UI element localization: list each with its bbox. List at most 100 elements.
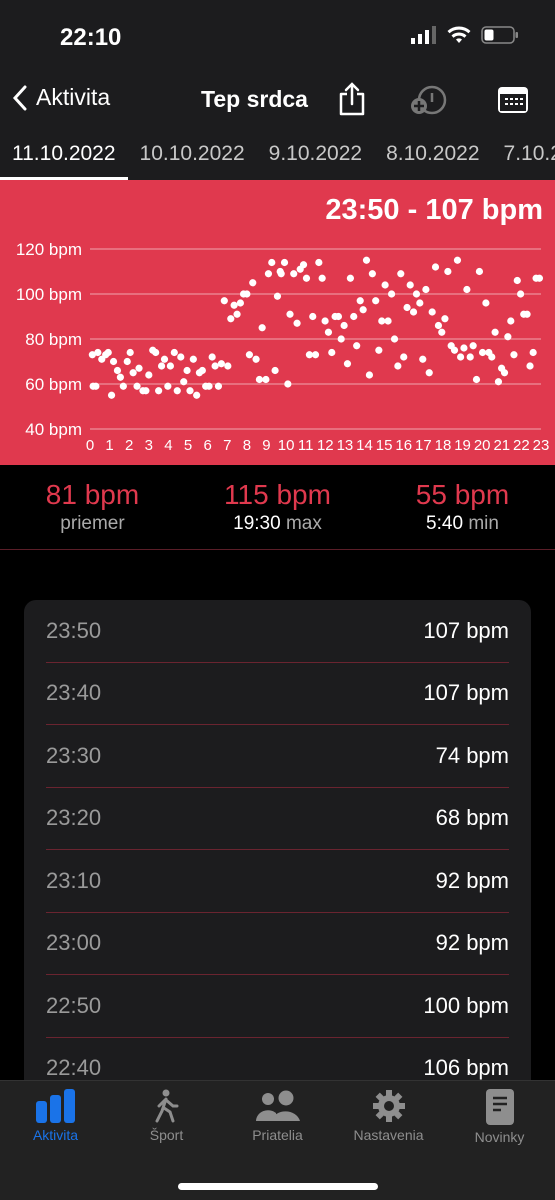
data-point: [475, 267, 484, 276]
data-point: [205, 382, 213, 390]
data-point: [350, 312, 358, 321]
data-point: [293, 319, 301, 327]
back-button[interactable]: Aktivita: [12, 84, 110, 111]
x-tick-label: 15: [376, 437, 393, 454]
data-point: [387, 290, 396, 298]
row-time: 22:40: [46, 1055, 102, 1081]
list-item[interactable]: 23:30 74 bpm: [46, 725, 509, 788]
list-item[interactable]: 23:20 68 bpm: [46, 788, 509, 850]
heart-rate-chart[interactable]: 23:50 - 107 bpm 40 bpm 60 bpm 80 bpm 100 bp…: [0, 180, 555, 465]
data-point: [535, 274, 544, 282]
data-point: [494, 378, 503, 386]
stat-time: 5:40: [426, 513, 464, 534]
data-point: [394, 362, 402, 370]
scatter-plot: 40 bpm60 bpm80 bpm100 bpm120 bpm0 1 2 3 4 5 6 7…: [16, 240, 550, 454]
data-point: [343, 360, 352, 368]
bar-chart-icon: [35, 1089, 75, 1123]
data-point: [258, 324, 266, 332]
gear-icon: [372, 1090, 405, 1122]
data-point: [107, 391, 116, 399]
walking-icon: [155, 1089, 178, 1123]
list-item[interactable]: 23:00 92 bpm: [46, 913, 509, 975]
data-point: [252, 355, 260, 363]
x-tick-label: 12: [317, 437, 334, 454]
row-value: 92 bpm: [435, 930, 509, 956]
list-item[interactable]: 23:40 107 bpm: [46, 663, 509, 725]
data-point: [337, 335, 345, 343]
row-value: 68 bpm: [435, 805, 509, 831]
data-point: [517, 290, 525, 298]
data-point: [353, 342, 361, 350]
calendar-icon[interactable]: [497, 86, 529, 114]
x-tick-label: 2: [125, 437, 133, 454]
date-tab[interactable]: 11.10.2022: [0, 142, 128, 180]
data-point: [214, 382, 223, 390]
y-tick-label: 80 bpm: [25, 330, 82, 349]
date-tabs[interactable]: 11.10.2022 10.10.2022 9.10.2022 8.10.202…: [0, 142, 555, 180]
data-point: [186, 387, 194, 395]
stat-value: 55 bpm: [415, 479, 510, 510]
data-point: [526, 362, 534, 370]
date-tab[interactable]: 8.10.2022: [374, 142, 491, 180]
x-tick-label: 9: [262, 437, 270, 454]
data-point: [277, 270, 285, 278]
tab-novinky[interactable]: Novinky: [444, 1089, 555, 1145]
data-point: [255, 375, 264, 384]
tab-priatelia[interactable]: Priatelia: [222, 1089, 333, 1143]
gauge-add-icon[interactable]: [410, 84, 450, 116]
y-tick-label: 100 bpm: [16, 285, 82, 304]
data-point: [368, 270, 376, 278]
data-point: [227, 315, 235, 323]
tab-sport[interactable]: Šport: [111, 1089, 222, 1143]
row-value: 106 bpm: [423, 1055, 509, 1081]
data-point: [109, 357, 118, 366]
date-tab[interactable]: 10.10.2022: [128, 142, 257, 180]
readings-list[interactable]: 23:50 107 bpm 23:40 107 bpm 23:30 74 bpm 23:20…: [24, 600, 531, 1100]
data-point: [478, 348, 487, 357]
data-point: [416, 299, 424, 307]
share-icon[interactable]: [336, 82, 368, 116]
data-point: [264, 270, 273, 278]
y-tick-label: 40 bpm: [25, 420, 82, 439]
data-point: [365, 371, 374, 379]
row-time: 23:40: [46, 680, 102, 706]
stat-value: 115 bpm: [224, 479, 331, 510]
data-point: [180, 378, 188, 386]
data-point: [529, 348, 537, 357]
x-tick-label: 23: [533, 437, 550, 454]
x-tick-label: 10: [278, 437, 295, 454]
data-point: [157, 362, 166, 370]
data-point: [318, 274, 326, 282]
x-tick-label: 14: [356, 437, 373, 454]
data-point: [482, 299, 490, 307]
data-point: [311, 351, 320, 359]
tab-label: Priatelia: [252, 1127, 303, 1143]
data-point: [309, 312, 317, 321]
data-point: [381, 281, 389, 289]
data-point: [346, 274, 355, 282]
date-tab[interactable]: 9.10.2022: [257, 142, 374, 180]
news-icon: [485, 1089, 514, 1125]
data-point: [145, 371, 153, 379]
data-point: [243, 290, 251, 298]
list-item[interactable]: 23:50 107 bpm: [46, 600, 509, 663]
data-point: [113, 366, 122, 375]
data-point: [513, 276, 521, 285]
data-point: [166, 362, 174, 370]
data-point: [438, 328, 446, 336]
tab-aktivita[interactable]: Aktivita: [0, 1089, 111, 1143]
data-point: [268, 258, 276, 267]
tab-nastavenia[interactable]: Nastavenia: [333, 1089, 444, 1143]
list-item[interactable]: 22:50 100 bpm: [46, 975, 509, 1038]
x-tick-label: 1: [105, 437, 113, 454]
stat-max: 115 bpm 19:30 max: [185, 465, 370, 549]
data-point: [488, 353, 496, 361]
data-point: [280, 258, 289, 267]
data-point: [378, 317, 386, 325]
x-tick-label: 0: [86, 437, 94, 454]
data-point: [142, 387, 150, 395]
date-tab[interactable]: 7.10.2022: [492, 142, 555, 180]
data-point: [160, 355, 169, 363]
list-item[interactable]: 23:10 92 bpm: [46, 850, 509, 913]
data-point: [164, 382, 172, 390]
